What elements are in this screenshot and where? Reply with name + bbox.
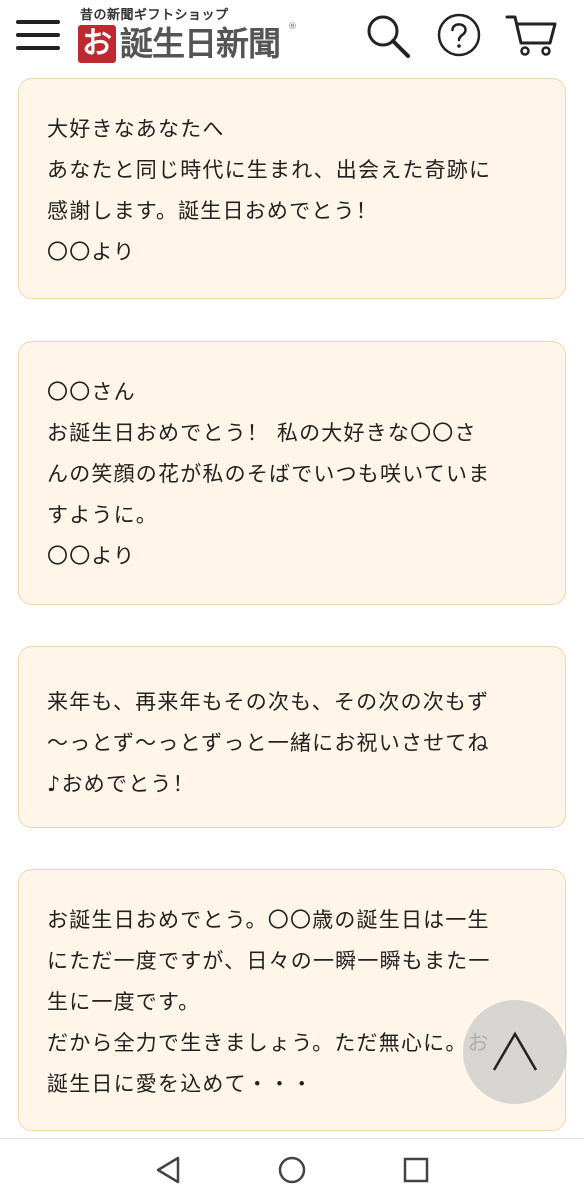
message-line: 〇〇より — [47, 240, 136, 264]
message-card: 〇〇さん お誕生日おめでとう！ 私の大好きな〇〇さ んの笑顔の花が私のそばでいつ… — [18, 341, 566, 605]
message-line: 大好きなあなたへ — [47, 117, 225, 141]
registered-mark: ® — [288, 22, 297, 32]
message-card: 大好きなあなたへ あなたと同じ時代に生まれ、出会えた奇跡に 感謝します。誕生日お… — [18, 78, 566, 299]
logo-tagline: 昔の新聞ギフトショップ — [80, 8, 229, 23]
message-line: あなたと同じ時代に生まれ、出会えた奇跡に — [47, 158, 492, 182]
menu-bar — [16, 46, 60, 50]
logo-name: 誕生日新聞 — [120, 24, 281, 63]
search-icon[interactable] — [364, 12, 412, 60]
message-line: 〇〇より — [47, 544, 136, 568]
message-line: 来年も、再来年もその次も、その次の次もず — [47, 690, 490, 714]
message-line: 〜っとず〜っとずっと一緒にお祝いさせてね — [47, 731, 490, 755]
message-line: 感謝します。誕生日おめでとう！ — [47, 199, 378, 223]
message-line: 〇〇さん — [47, 380, 136, 404]
chevron-up-icon — [492, 1031, 538, 1071]
system-navigation-bar — [0, 1138, 584, 1201]
message-line: お誕生日おめでとう！ 私の大好きな〇〇さ — [47, 421, 477, 445]
message-line: お誕生日おめでとう。〇〇歳の誕生日は一生 — [47, 908, 490, 932]
menu-bar — [16, 33, 60, 37]
message-line: ♪おめでとう！ — [47, 772, 195, 796]
help-circle-icon[interactable] — [436, 12, 482, 58]
site-logo[interactable]: 昔の新聞ギフトショップ お 誕生日新聞 ® — [76, 4, 306, 66]
hamburger-menu-icon[interactable] — [14, 14, 62, 54]
message-line: すように。 — [47, 503, 158, 527]
logo-mark: お — [78, 25, 116, 63]
recent-apps-square-icon[interactable] — [401, 1155, 431, 1185]
menu-bar — [16, 20, 60, 24]
shopping-cart-icon[interactable] — [504, 12, 558, 58]
app-header: 昔の新聞ギフトショップ お 誕生日新聞 ® — [0, 0, 584, 72]
back-triangle-icon[interactable] — [154, 1155, 184, 1185]
message-line: 生に一度です。 — [47, 990, 201, 1014]
message-line: にただ一度ですが、日々の一瞬一瞬もまた一 — [47, 949, 491, 973]
message-card: 来年も、再来年もその次も、その次の次もず 〜っとず〜っとずっと一緒にお祝いさせて… — [18, 646, 566, 828]
message-line: んの笑顔の花が私のそばでいつも咲いていま — [47, 462, 491, 486]
home-circle-icon[interactable] — [277, 1155, 307, 1185]
scroll-to-top-button[interactable] — [463, 1000, 567, 1104]
